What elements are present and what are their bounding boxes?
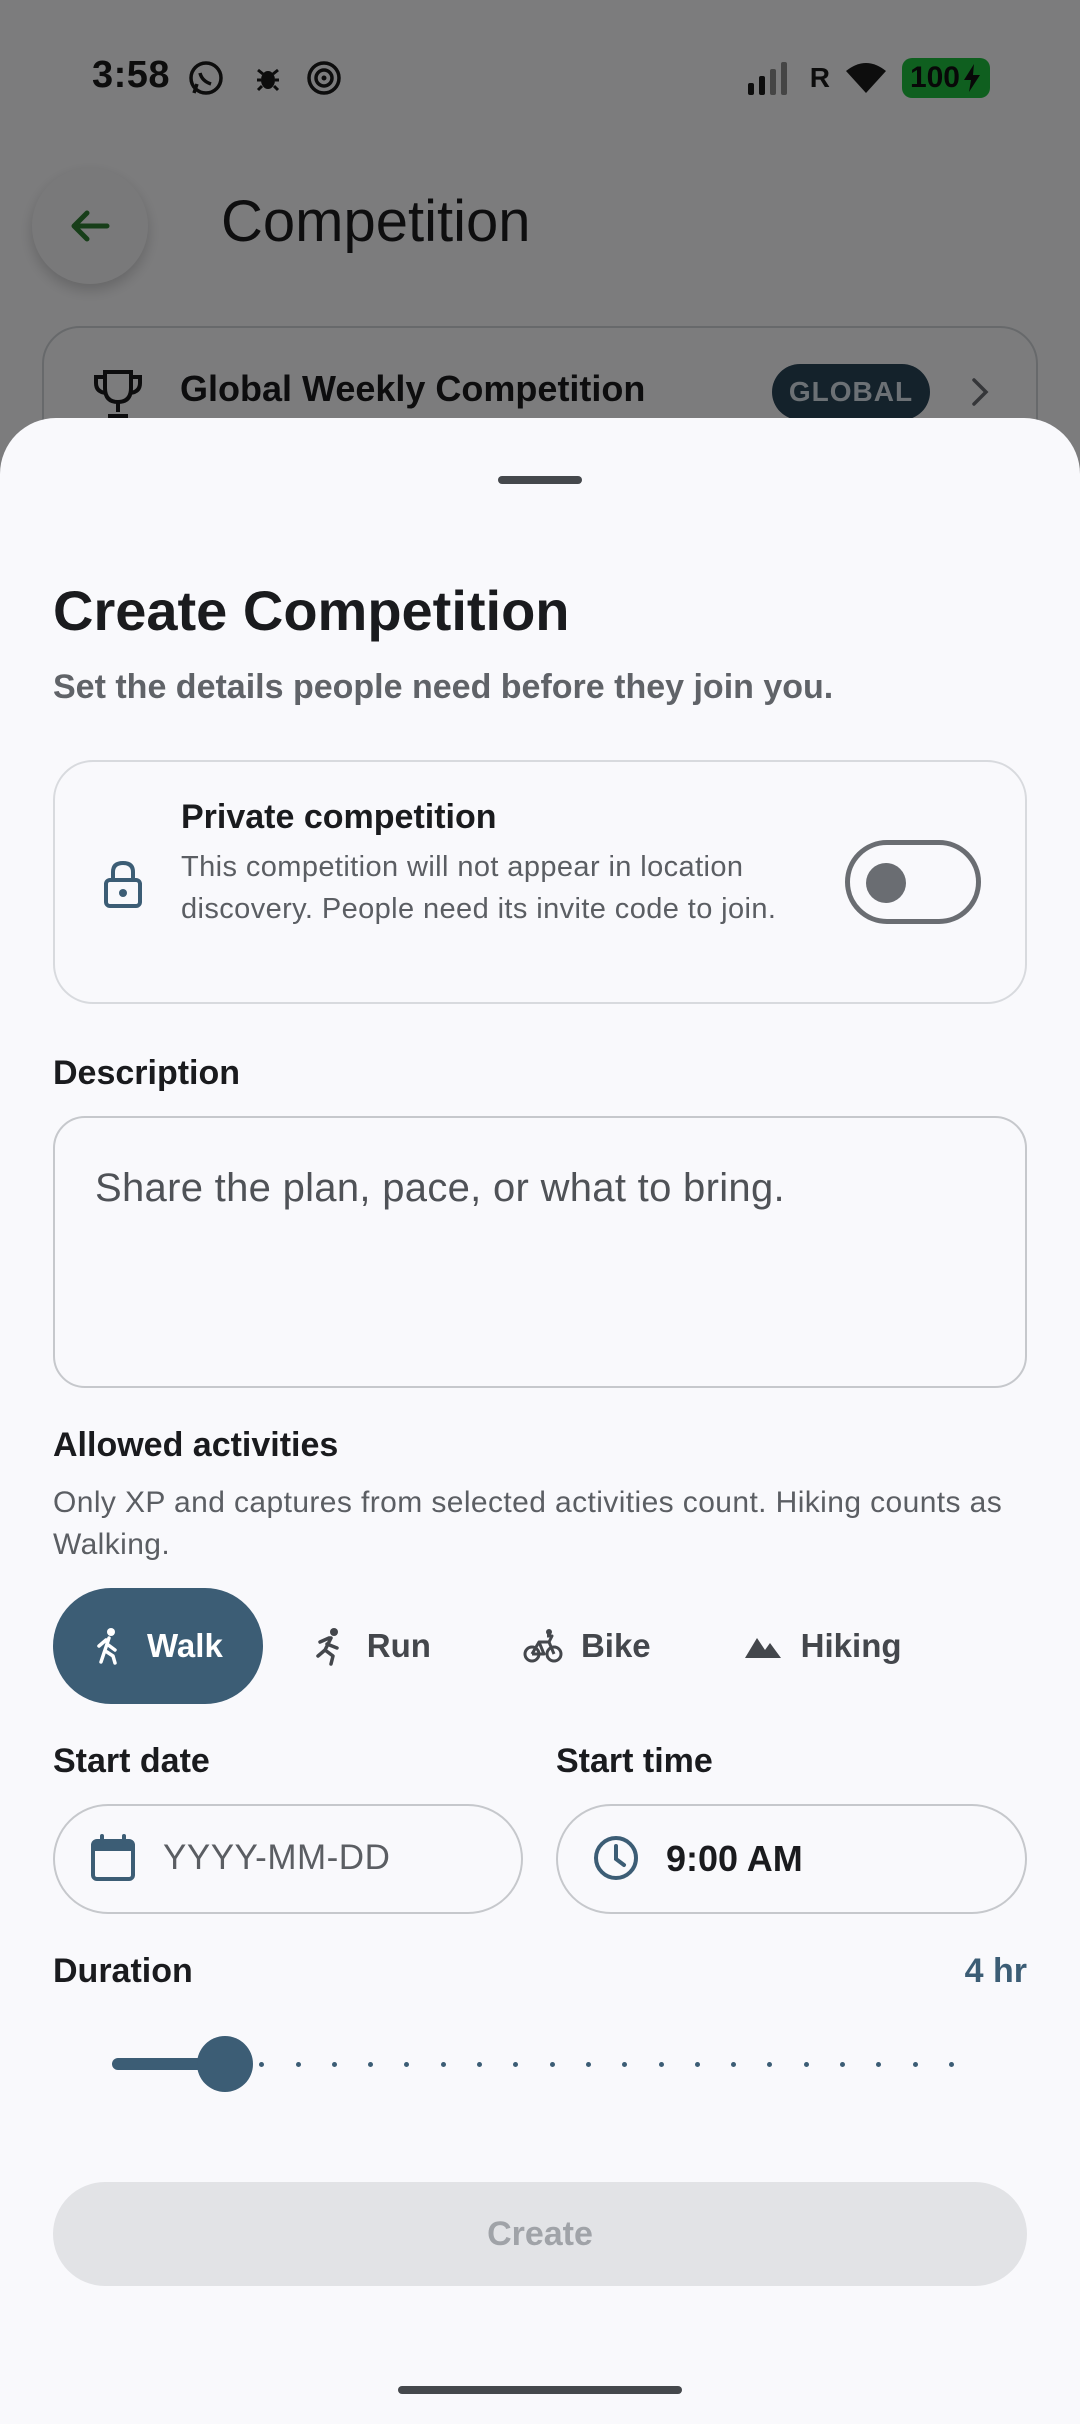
description-label: Description — [53, 1054, 241, 1092]
create-button[interactable]: Create — [53, 2182, 1027, 2286]
slider-thumb[interactable] — [196, 2036, 253, 2092]
description-placeholder: Share the plan, pace, or what to bring. — [95, 1166, 785, 1210]
private-toggle[interactable] — [845, 840, 981, 924]
sheet-subtitle: Set the details people need before they … — [53, 668, 834, 706]
activity-chips: Walk Run Bike Hiking — [53, 1588, 948, 1704]
slider-tick — [477, 2062, 482, 2067]
slider-tick — [803, 2062, 809, 2067]
drag-handle[interactable] — [498, 476, 582, 484]
lock-icon — [104, 860, 142, 908]
walk-icon — [97, 1628, 117, 1665]
chip-walk-label: Walk — [147, 1627, 223, 1664]
chip-bike-label: Bike — [580, 1627, 651, 1664]
toggle-knob — [866, 863, 906, 903]
create-competition-sheet: Create Competition Set the details peopl… — [0, 418, 1080, 2424]
description-input[interactable]: Share the plan, pace, or what to bring. — [53, 1116, 1027, 1388]
start-date-input[interactable]: YYYY-MM-DD — [53, 1804, 523, 1914]
private-description: This competition will not appear in loca… — [181, 851, 777, 925]
start-time-input[interactable]: 9:00 AM — [556, 1804, 1027, 1914]
slider-tick — [948, 2062, 954, 2067]
sheet-title: Create Competition — [53, 579, 570, 642]
run-icon — [316, 1628, 339, 1666]
slider-tick — [912, 2062, 918, 2067]
slider-tick — [331, 2062, 337, 2067]
mountain-icon — [744, 1638, 781, 1658]
slider-tick — [404, 2062, 410, 2067]
duration-value: 4 hr — [964, 1952, 1027, 1990]
chip-run[interactable]: Run — [263, 1588, 477, 1704]
slider-tick — [658, 2062, 664, 2067]
start-date-placeholder: YYYY-MM-DD — [163, 1838, 391, 1877]
private-title: Private competition — [181, 798, 497, 836]
slider-tick — [876, 2062, 882, 2067]
slider-tick — [440, 2062, 446, 2067]
slider-tick — [549, 2062, 555, 2067]
home-indicator — [398, 2386, 682, 2394]
slider-tick — [622, 2062, 628, 2067]
slider-tick — [295, 2062, 301, 2067]
chip-run-label: Run — [366, 1627, 431, 1664]
slider-tick — [513, 2062, 519, 2067]
slider-tick — [840, 2062, 845, 2067]
clock-icon — [594, 1836, 638, 1880]
bike-icon — [523, 1629, 563, 1663]
start-date-label: Start date — [53, 1742, 210, 1780]
chip-walk[interactable]: Walk — [53, 1588, 263, 1704]
start-time-label: Start time — [556, 1742, 713, 1780]
start-time-value: 9:00 AM — [666, 1838, 803, 1879]
activities-label: Allowed activities — [53, 1426, 339, 1464]
slider-tick — [368, 2062, 374, 2067]
chip-hiking[interactable]: Hiking — [697, 1588, 948, 1704]
duration-label: Duration — [53, 1952, 193, 1990]
slider-tick — [731, 2062, 737, 2067]
slider-tick — [694, 2062, 700, 2067]
slider-tick — [585, 2062, 591, 2067]
activities-help: Only XP and captures from selected activ… — [53, 1486, 1003, 1561]
duration-slider[interactable] — [112, 2034, 972, 2094]
chip-hiking-label: Hiking — [800, 1627, 902, 1664]
calendar-icon — [91, 1834, 135, 1881]
private-competition-card: Private competition This competition wil… — [53, 760, 1027, 1004]
slider-tick — [259, 2062, 265, 2067]
slider-tick — [767, 2062, 773, 2067]
chip-bike[interactable]: Bike — [477, 1588, 697, 1704]
